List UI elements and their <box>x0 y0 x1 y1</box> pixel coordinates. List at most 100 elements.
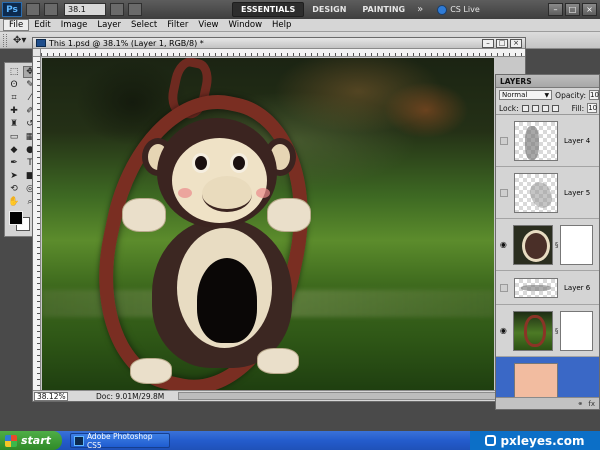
eraser-tool-icon[interactable]: ▭ <box>7 131 21 143</box>
fill-label: Fill: <box>571 103 585 113</box>
crop-tool-icon[interactable]: ⌗ <box>7 92 21 104</box>
healing-brush-tool-icon[interactable]: ✚ <box>7 105 21 117</box>
document-window-controls: – □ × <box>482 38 522 48</box>
blur-tool-icon[interactable]: ◆ <box>7 144 21 156</box>
mini-bridge-button[interactable] <box>44 3 58 16</box>
layer-row[interactable]: Layer 5 <box>496 167 599 219</box>
visibility-toggle[interactable] <box>498 282 510 294</box>
eye-icon[interactable]: ◉ <box>498 239 509 251</box>
path-selection-tool-icon[interactable]: ➤ <box>7 170 21 182</box>
horizontal-ruler[interactable] <box>41 49 525 57</box>
layer-row[interactable]: ◉ § <box>496 305 599 357</box>
document-status-bar: 38.12% Doc: 9.01M/29.8M <box>33 390 525 401</box>
menu-view[interactable]: View <box>193 20 223 30</box>
fill-field[interactable]: 10 <box>587 103 598 113</box>
doc-minimize-button[interactable]: – <box>482 38 494 48</box>
windows-logo-icon <box>5 434 17 447</box>
start-button[interactable]: start <box>0 431 62 450</box>
status-zoom-field[interactable]: 38.12% <box>34 391 68 401</box>
image-canvas[interactable] <box>42 58 494 390</box>
minimize-button[interactable]: – <box>548 3 563 16</box>
doc-close-button[interactable]: × <box>510 38 522 48</box>
menu-filter[interactable]: Filter <box>162 20 193 30</box>
bridge-button[interactable] <box>26 3 40 16</box>
more-workspaces-icon[interactable]: » <box>413 4 427 15</box>
monkey-muzzle <box>202 176 252 212</box>
hand-tool-button[interactable] <box>110 3 124 16</box>
move-tool-preset-icon[interactable]: ✥▾ <box>13 35 26 46</box>
menu-window[interactable]: Window <box>224 20 268 30</box>
3d-rotate-tool-icon[interactable]: ⟲ <box>7 183 21 195</box>
clone-stamp-tool-icon[interactable]: ♜ <box>7 118 21 130</box>
arrange-documents-button[interactable] <box>128 3 142 16</box>
layer-row[interactable]: Layer 4 <box>496 115 599 167</box>
lasso-tool-icon[interactable]: ʘ <box>7 79 21 91</box>
workspace-painting[interactable]: PAINTING <box>354 2 413 17</box>
photoshop-logo: Ps <box>2 2 22 17</box>
maximize-button[interactable]: □ <box>565 3 580 16</box>
doc-size-info[interactable]: Doc: 9.01M/29.8M <box>96 392 164 401</box>
layer-row[interactable]: ◉ § <box>496 219 599 271</box>
document-window: This 1.psd @ 38.1% (Layer 1, RGB/8) * – … <box>32 37 526 402</box>
layer-name: Layer 5 <box>564 188 591 197</box>
close-button[interactable]: × <box>582 3 597 16</box>
cs-live-label: CS Live <box>450 5 480 14</box>
chevron-down-icon: ▼ <box>544 91 550 99</box>
menu-image[interactable]: Image <box>56 20 93 30</box>
pxleyes-logo-icon <box>485 435 497 446</box>
psd-file-icon <box>36 39 46 47</box>
menu-edit[interactable]: Edit <box>29 20 55 30</box>
layer-style-icon[interactable]: fx <box>588 400 595 408</box>
vertical-ruler[interactable] <box>33 57 41 392</box>
layers-panel: LAYERS Normal ▼ Opacity: 10 Lock: Fill: … <box>495 74 600 410</box>
lock-label: Lock: <box>499 103 519 113</box>
menu-layer[interactable]: Layer <box>92 20 126 30</box>
taskbar-photoshop-label: Adobe Photoshop CS5 <box>86 431 153 450</box>
menu-select[interactable]: Select <box>126 20 162 30</box>
layer-thumbnail <box>514 172 558 213</box>
photoshop-task-icon <box>74 435 84 446</box>
foreground-color-swatch[interactable] <box>9 211 23 225</box>
layer-mask-thumbnail[interactable] <box>560 310 593 351</box>
workspace-essentials[interactable]: ESSENTIALS <box>232 2 305 17</box>
visibility-toggle[interactable] <box>498 187 510 199</box>
layers-tab[interactable]: LAYERS <box>496 75 599 88</box>
blend-mode-select[interactable]: Normal ▼ <box>499 90 553 100</box>
document-tab[interactable]: This 1.psd @ 38.1% (Layer 1, RGB/8) * – … <box>33 38 525 49</box>
doc-maximize-button[interactable]: □ <box>496 38 508 48</box>
marquee-tool-icon[interactable]: ⬚ <box>7 66 21 78</box>
start-label: start <box>21 434 51 447</box>
taskbar-photoshop[interactable]: Adobe Photoshop CS5 <box>70 431 170 450</box>
lock-transparency-icon[interactable] <box>521 104 529 112</box>
visibility-toggle[interactable] <box>498 377 510 389</box>
opacity-label: Opacity: <box>555 90 586 100</box>
layer-thumbnail <box>512 224 553 265</box>
cs-live-button[interactable]: CS Live <box>437 4 480 15</box>
horizontal-scrollbar[interactable] <box>178 392 521 400</box>
layer-row[interactable]: Layer 6 <box>496 271 599 305</box>
ruler-origin[interactable] <box>33 49 41 57</box>
link-layers-icon[interactable]: ⚭ <box>578 400 584 408</box>
lock-pixels-icon[interactable] <box>531 104 539 112</box>
eye-icon[interactable]: ◉ <box>498 325 509 337</box>
menu-bar: File Edit Image Layer Select Filter View… <box>0 19 600 32</box>
monkey-left-foot <box>130 358 172 384</box>
menu-file[interactable]: File <box>3 19 30 31</box>
hand-tool-icon[interactable]: ✋ <box>7 196 21 208</box>
visibility-toggle[interactable] <box>498 135 510 147</box>
lock-position-icon[interactable] <box>541 104 549 112</box>
menu-help[interactable]: Help <box>267 20 296 30</box>
layer-mask-thumbnail[interactable] <box>560 224 593 265</box>
lock-all-icon[interactable] <box>551 104 559 112</box>
monkey-left-cheek <box>178 188 192 198</box>
layer-thumbnail <box>514 120 558 161</box>
monkey-left-hand <box>122 198 166 232</box>
opacity-field[interactable]: 10 <box>589 90 599 100</box>
pxleyes-watermark: pxleyes.com <box>470 431 600 450</box>
layer-name: Layer 4 <box>564 136 591 145</box>
zoom-level-field[interactable]: 38.1 <box>64 3 106 16</box>
options-bar-grip[interactable] <box>3 33 7 47</box>
application-bar: Ps 38.1 ESSENTIALS DESIGN PAINTING » CS … <box>0 0 600 19</box>
pen-tool-icon[interactable]: ✒ <box>7 157 21 169</box>
workspace-design[interactable]: DESIGN <box>304 2 354 17</box>
